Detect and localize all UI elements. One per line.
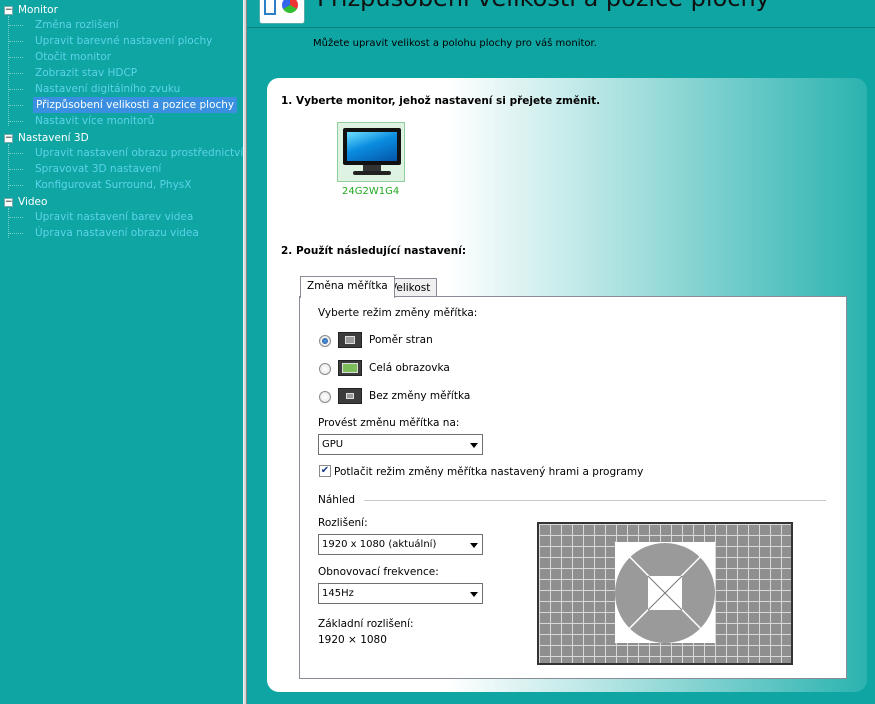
perform-scaling-dropdown[interactable]: GPU	[318, 434, 483, 455]
resolution-dropdown[interactable]: 1920 x 1080 (aktuální)	[318, 534, 483, 555]
collapse-icon[interactable]: −	[4, 134, 13, 143]
tree-item-label: Upravit nastavení barev videa	[35, 211, 194, 223]
radio-aspect-ratio[interactable]	[319, 335, 331, 347]
full-screen-label[interactable]: Celá obrazovka	[369, 362, 450, 374]
tree-item-video-color[interactable]: Upravit nastavení barev videa	[0, 209, 243, 225]
step1-heading: 1. Vyberte monitor, jehož nastavení si p…	[281, 95, 601, 107]
full-screen-icon	[338, 360, 362, 376]
monitor-name[interactable]: 24G2W1G4	[342, 186, 399, 197]
no-scaling-label[interactable]: Bez změny měřítka	[369, 390, 470, 402]
tree-category-label: Nastavení 3D	[18, 132, 89, 144]
monitor-selector[interactable]	[337, 122, 405, 182]
refresh-rate-value: 145Hz	[322, 588, 354, 599]
dropdown-arrow-icon	[470, 543, 478, 548]
tree-item-change-resolution[interactable]: Změna rozlišení	[0, 17, 243, 33]
no-scaling-icon	[338, 388, 362, 404]
tree-item-digital-audio[interactable]: Nastavení digitálního zvuku	[0, 81, 243, 97]
aspect-ratio-label[interactable]: Poměr stran	[369, 334, 433, 346]
display-settings-icon	[259, 0, 305, 24]
tree-item-label: Konfigurovat Surround, PhysX	[35, 179, 192, 191]
tree-item-desktop-size-position[interactable]: Přizpůsobení velikosti a pozice plochy	[0, 97, 243, 113]
tree-item-label: Úprava nastavení obrazu videa	[35, 227, 199, 239]
radio-no-scaling[interactable]	[319, 391, 331, 403]
aspect-ratio-icon	[338, 332, 362, 348]
tree-item-label: Nastavení digitálního zvuku	[35, 83, 181, 95]
tree-item-label: Přizpůsobení velikosti a pozice plochy	[33, 97, 238, 113]
native-resolution-value: 1920 × 1080	[318, 634, 387, 646]
tree-category-label: Monitor	[18, 4, 58, 16]
collapse-icon[interactable]: −	[4, 198, 13, 207]
tree-item-hdcp-status[interactable]: Zobrazit stav HDCP	[0, 65, 243, 81]
tree-item-label: Nastavit více monitorů	[35, 115, 155, 127]
refresh-rate-label: Obnovovací frekvence:	[318, 566, 439, 578]
tree-item-manage-3d[interactable]: Spravovat 3D nastavení	[0, 161, 243, 177]
tree-item-rotate-display[interactable]: Otočit monitor	[0, 49, 243, 65]
override-scaling-label[interactable]: Potlačit režim změny měřítka nastavený h…	[334, 466, 643, 478]
native-resolution-label: Základní rozlišení:	[318, 618, 414, 630]
monitor-icon	[343, 128, 401, 165]
tree-item-label: Spravovat 3D nastavení	[35, 163, 162, 175]
tree-item-label: Upravit nastavení obrazu prostřednictvím…	[35, 147, 243, 159]
tree-item-adjust-desktop-color[interactable]: Upravit barevné nastavení plochy	[0, 33, 243, 49]
refresh-rate-dropdown[interactable]: 145Hz	[318, 583, 483, 604]
step2-heading: 2. Použít následující nastavení:	[281, 245, 467, 257]
preview-heading: Náhled	[318, 494, 355, 506]
preview-test-pattern	[614, 541, 716, 644]
tree-item-video-image[interactable]: Úprava nastavení obrazu videa	[0, 225, 243, 241]
page-title: Přizpůsobení velikosti a pozice plochy	[317, 0, 770, 12]
resolution-label: Rozlišení:	[318, 517, 368, 529]
resolution-value: 1920 x 1080 (aktuální)	[322, 539, 437, 550]
main-content: Přizpůsobení velikosti a pozice plochy M…	[247, 0, 875, 704]
perform-scaling-label: Provést změnu měřítka na:	[318, 417, 460, 429]
dropdown-arrow-icon	[470, 592, 478, 597]
tab-scaling[interactable]: Změna měřítka	[300, 276, 395, 298]
dropdown-arrow-icon	[470, 443, 478, 448]
collapse-icon[interactable]: −	[4, 6, 13, 15]
tree-item-label: Upravit barevné nastavení plochy	[35, 35, 213, 47]
scaling-tab-page: Vyberte režim změny měřítka: Poměr stran…	[299, 296, 847, 679]
tree-item-image-settings-preview[interactable]: Upravit nastavení obrazu prostřednictvím…	[0, 145, 243, 161]
radio-full-screen[interactable]	[319, 363, 331, 375]
tree-item-label: Zobrazit stav HDCP	[35, 67, 138, 79]
settings-panel: 1. Vyberte monitor, jehož nastavení si p…	[267, 78, 867, 692]
scaling-mode-label: Vyberte režim změny měřítka:	[318, 307, 478, 319]
tree-category-label: Video	[18, 196, 48, 208]
header-divider	[247, 27, 875, 28]
tree-item-multiple-displays[interactable]: Nastavit více monitorů	[0, 113, 243, 129]
page-subtitle: Můžete upravit velikost a polohu plochy …	[313, 38, 597, 49]
preview-divider	[364, 500, 826, 501]
tree-item-label: Otočit monitor	[35, 51, 112, 63]
perform-scaling-value: GPU	[322, 439, 344, 450]
override-scaling-checkbox[interactable]: ✔	[319, 465, 331, 477]
scaling-preview	[537, 522, 793, 665]
navigation-tree: − Monitor Změna rozlišení Upravit barevn…	[0, 0, 243, 704]
tree-item-label: Změna rozlišení	[35, 19, 119, 31]
tree-item-surround-physx[interactable]: Konfigurovat Surround, PhysX	[0, 177, 243, 193]
